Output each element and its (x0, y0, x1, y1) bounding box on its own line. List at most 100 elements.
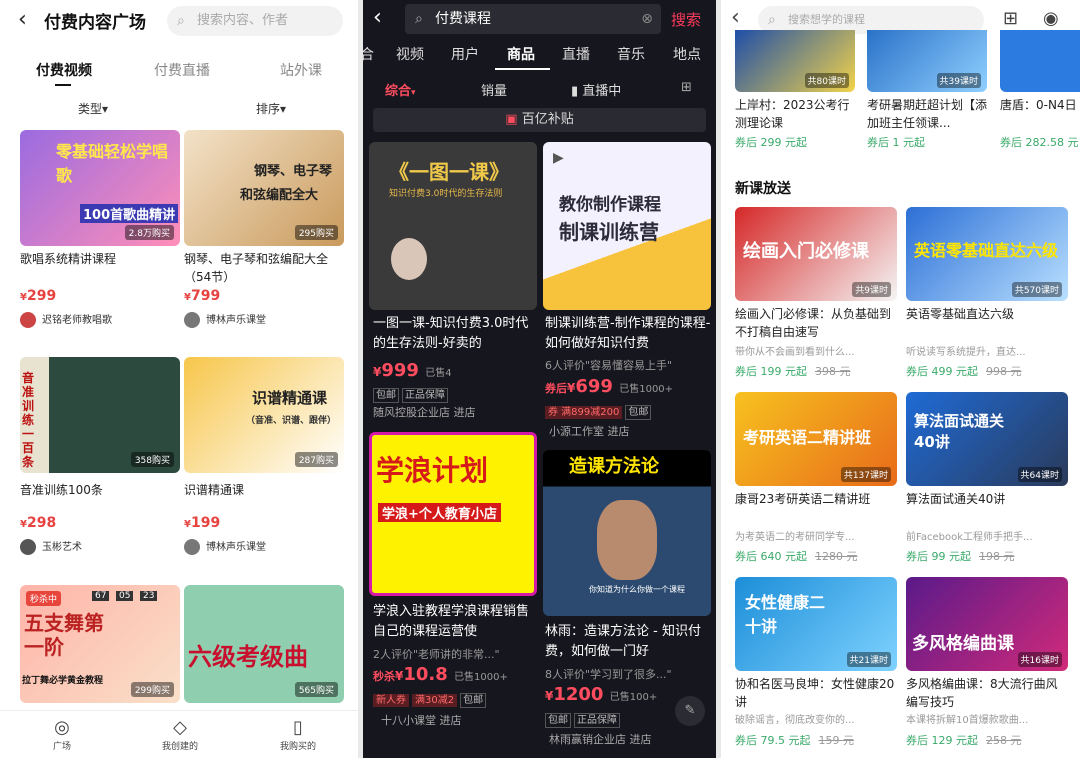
product-card[interactable]: 《一图一课》 知识付费3.0时代的生存法则 一图一课-知识付费3.0时代的生存法… (369, 142, 537, 422)
course-title: 康哥23考研英语二精讲班 (735, 492, 871, 506)
course-card[interactable]: 英语零基础直达六级 共570课时 英语零基础直达六级 听说读写系统提升，直达...… (906, 207, 1068, 383)
purchase-count: 565购买 (294, 682, 338, 697)
tab-products[interactable]: 商品 (507, 44, 535, 64)
play-icon: ▶ (553, 150, 564, 166)
course-card[interactable]: 共39课时 考研暑期赶超计划【添加班主任领课... 券后 1 元起 (867, 30, 987, 150)
coupon-value: 券后 99 元起 (906, 550, 971, 563)
coupon-price: 券后 199 元起 398 元 (735, 363, 851, 379)
search-placeholder: 搜索想学的课程 (788, 13, 865, 26)
shop-link[interactable]: 随风控股企业店 进店 (373, 404, 476, 420)
coupon-price: 券后 1 元起 (867, 136, 925, 149)
tab-paid-live[interactable]: 付费直播 (154, 60, 210, 80)
grid-view-icon[interactable]: ⊞ (681, 80, 692, 95)
course-author[interactable]: 博林声乐课堂 (184, 312, 266, 329)
filter-type-label: 类型 (78, 102, 103, 116)
course-card[interactable]: 零基础轻松学唱歌 100首歌曲精讲 2.8万购买 歌唱系统精讲课程 ¥299 迟… (20, 130, 180, 340)
original-price: 258 元 (986, 734, 1022, 747)
tab-users[interactable]: 用户 (451, 44, 479, 64)
countdown-seconds: 23 (140, 591, 158, 601)
back-icon[interactable]: ‹ (731, 6, 740, 30)
product-image-title: 造课方法论 (569, 456, 659, 477)
subsidy-label: 百亿补贴 (521, 112, 574, 127)
search-input[interactable]: ⌕ 付费课程 ⊗ (405, 4, 661, 34)
nav-item-plaza[interactable]: ◎ 广场 (22, 717, 102, 752)
course-card[interactable]: 考研英语二精讲班 共137课时 康哥23考研英语二精讲班 为考英语二的考研同学专.… (735, 392, 897, 568)
subsidy-icon: ▣ (505, 112, 522, 127)
subtab-label: 直播中 (582, 84, 622, 99)
nav-item-created[interactable]: ◇ 我创建的 (140, 717, 220, 752)
product-price-value: 1200 (553, 684, 604, 705)
course-card[interactable]: 六级考级曲 565购买 (184, 585, 344, 703)
tab-external-course[interactable]: 站外课 (280, 60, 322, 80)
product-image: 《一图一课》 知识付费3.0时代的生存法则 (369, 142, 537, 310)
purchase-count: 358购买 (130, 452, 174, 467)
lesson-count: 共21课时 (846, 652, 891, 667)
course-card[interactable]: 唐盾：0-N4日 券后 282.58 元 (1000, 30, 1080, 150)
product-card[interactable]: 学浪计划 学浪+个人教育小店 学浪入驻教程学浪课程销售自己的课程运营使 2人评价… (369, 432, 537, 732)
back-icon[interactable]: ‹ (18, 8, 27, 32)
filter-type[interactable]: 类型▾ (78, 100, 108, 117)
product-card[interactable]: 教你制作课程 制课训练营 ▶ 制课训练营-制作课程的课程-如何做好知识付费 6人… (543, 142, 711, 442)
filter-sort[interactable]: 排序▾ (256, 100, 286, 117)
nav-item-purchased[interactable]: ▯ 我购买的 (258, 717, 338, 752)
course-card[interactable]: 女性健康二十讲 共21课时 协和名医马良坤：女性健康20讲 破除谣言，彻底改变你的… (735, 577, 897, 753)
lesson-count: 共9课时 (852, 282, 891, 297)
course-card[interactable]: 绘画入门必修课 共9课时 绘画入门必修课：从负基础到不打稿自由速写 带你从不会画到… (735, 207, 897, 383)
thumbnail-banner: 钢琴、电子琴 (254, 164, 333, 179)
search-button[interactable]: 搜索 (671, 9, 701, 30)
course-description: 前Facebook工程师手把手... (906, 532, 1033, 543)
course-author[interactable]: 博林声乐课堂 (184, 539, 266, 556)
course-title: 音准训练100条 (20, 483, 103, 497)
grid-menu-icon[interactable]: ⊞ (1003, 8, 1018, 29)
course-card[interactable]: 钢琴、电子琴 和弦编配全大 295购买 钢琴、电子琴和弦编配大全（54节） ¥7… (184, 130, 344, 340)
product-title: 一图一课-知识付费3.0时代的生存法则-好卖的 (373, 316, 529, 351)
subtab-live[interactable]: ▮ 直播中 (571, 80, 621, 99)
course-thumbnail: 多风格编曲课 共16课时 (906, 577, 1068, 671)
edit-icon[interactable]: ✎ (675, 696, 705, 726)
product-price-value: 699 (575, 376, 613, 397)
course-card[interactable]: 识谱精通课 （音准、识谱、跟伴） 287购买 识谱精通课 ¥199 博林声乐课堂 (184, 357, 344, 567)
coupon-value: 券后 640 元起 (735, 550, 807, 563)
course-card[interactable]: 多风格编曲课 共16课时 多风格编曲课：8大流行曲风编写技巧 本课将拆解10首爆款… (906, 577, 1068, 753)
thumbnail-sub: （音准、识谱、跟伴） (246, 416, 337, 426)
course-title: 歌唱系统精讲课程 (20, 252, 117, 266)
shop-link[interactable]: 十八小课堂 进店 (381, 712, 462, 728)
filter-sort-label: 排序 (256, 102, 281, 116)
avatar (184, 312, 200, 328)
lesson-count: 共137课时 (840, 467, 891, 482)
product-card[interactable]: 造课方法论 你知道为什么你做一个课程 林雨：造课方法论 - 知识付费，如何做一门… (543, 450, 711, 750)
shop-link[interactable]: 小源工作室 进店 (549, 423, 630, 439)
course-card[interactable]: 共80课时 上岸村：2023公考行测理论课 券后 299 元起 (735, 30, 855, 150)
subtab-composite[interactable]: 综合▾ (385, 80, 416, 99)
shop-link[interactable]: 林雨赢销企业店 进店 (549, 731, 652, 747)
avatar (20, 312, 36, 328)
course-card[interactable]: 音准训练一百条 358购买 音准训练100条 ¥298 玉彬艺术 (20, 357, 180, 567)
course-card[interactable]: 秒杀中 67 05 23 五支舞第一阶 拉丁舞必学黄金教程 299购买 (20, 585, 180, 703)
page-title: 付费内容广场 (44, 13, 146, 33)
tab-music[interactable]: 音乐 (617, 44, 645, 64)
thumbnail-banner: 五支舞第一阶 (24, 611, 104, 659)
course-title: 唐盾：0-N4日 (1000, 98, 1077, 112)
subsidy-banner[interactable]: ▣ 百亿补贴 (373, 108, 706, 132)
tag: 包邮 (625, 405, 652, 420)
course-card[interactable]: 算法面试通关40讲 共64课时 算法面试通关40讲 前Facebook工程师手把手… (906, 392, 1068, 568)
course-price-value: 298 (26, 515, 57, 531)
search-input[interactable]: ⌕ 搜索内容、作者 (167, 6, 343, 36)
course-thumbnail: 算法面试通关40讲 共64课时 (906, 392, 1068, 486)
thumbnail-banner: 六级考级曲 (188, 643, 308, 671)
course-author[interactable]: 迟铭老师教唱歌 (20, 312, 112, 329)
course-price: ¥199 (184, 515, 221, 531)
tab-live[interactable]: 直播 (562, 44, 590, 64)
tab-video[interactable]: 视频 (396, 44, 424, 64)
profile-icon[interactable]: ◉ (1043, 8, 1059, 29)
tab-places[interactable]: 地点 (673, 44, 701, 64)
course-title: 英语零基础直达六级 (906, 307, 1015, 321)
lesson-count: 共570课时 (1011, 282, 1062, 297)
course-author[interactable]: 玉彬艺术 (20, 539, 82, 556)
back-icon[interactable]: ‹ (373, 6, 382, 30)
tab-composite[interactable]: 合 (363, 44, 374, 64)
thumbnail-sub: 拉丁舞必学黄金教程 (22, 676, 104, 686)
tab-paid-video[interactable]: 付费视频 (36, 60, 92, 80)
clear-icon[interactable]: ⊗ (641, 4, 653, 34)
subtab-sales[interactable]: 销量 (481, 80, 507, 99)
